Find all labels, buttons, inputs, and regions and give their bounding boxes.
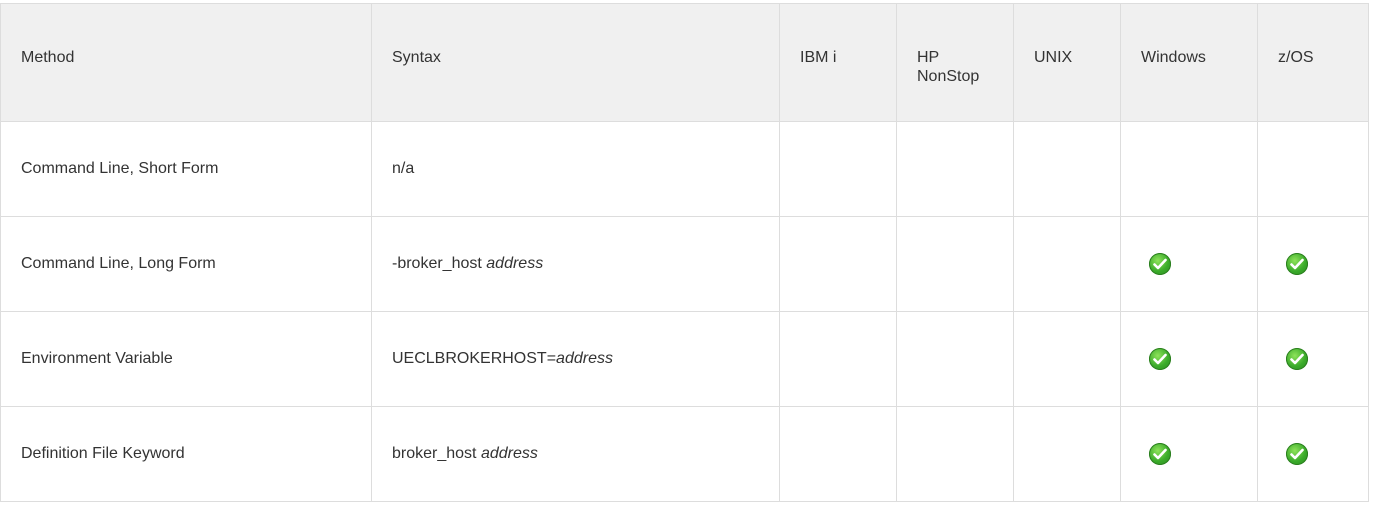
table-row: Definition File Keyword broker_host addr… xyxy=(0,406,1369,502)
hp-nonstop-cell xyxy=(896,406,1014,502)
check-circle-icon xyxy=(1149,348,1171,370)
platform-support-table: Method Syntax IBM i HP NonStop UNIX Windo… xyxy=(0,3,1369,502)
header-hp-nonstop: HP NonStop xyxy=(896,3,1014,122)
header-hp-line1: HP xyxy=(917,49,940,66)
syntax-cell: UECLBROKERHOST=address xyxy=(371,311,780,407)
windows-cell xyxy=(1120,216,1258,312)
method-cell: Definition File Keyword xyxy=(0,406,372,502)
unix-cell xyxy=(1013,121,1121,217)
table-row: Command Line, Short Form n/a xyxy=(0,121,1369,217)
windows-cell xyxy=(1120,406,1258,502)
zos-cell xyxy=(1257,311,1369,407)
hp-nonstop-cell xyxy=(896,121,1014,217)
check-circle-icon xyxy=(1149,253,1171,275)
header-hp-line2: NonStop xyxy=(917,68,980,85)
zos-cell xyxy=(1257,216,1369,312)
syntax-text: n/a xyxy=(392,160,415,177)
method-cell: Command Line, Long Form xyxy=(0,216,372,312)
syntax-arg: address xyxy=(486,255,544,272)
table-row: Environment Variable UECLBROKERHOST=addr… xyxy=(0,311,1369,407)
method-cell: Environment Variable xyxy=(0,311,372,407)
header-windows: Windows xyxy=(1120,3,1258,122)
syntax-text: broker_host xyxy=(392,445,481,462)
hp-nonstop-cell xyxy=(896,216,1014,312)
header-zos: z/OS xyxy=(1257,3,1369,122)
windows-cell xyxy=(1120,121,1258,217)
method-cell: Command Line, Short Form xyxy=(0,121,372,217)
ibmi-cell xyxy=(779,311,897,407)
syntax-cell: n/a xyxy=(371,121,780,217)
table-row: Command Line, Long Form -broker_host add… xyxy=(0,216,1369,312)
syntax-arg: address xyxy=(556,350,613,367)
syntax-arg: address xyxy=(480,445,538,462)
zos-cell xyxy=(1257,121,1369,217)
zos-cell xyxy=(1257,406,1369,502)
header-syntax: Syntax xyxy=(371,3,780,122)
ibmi-cell xyxy=(779,121,897,217)
header-row: Method Syntax IBM i HP NonStop UNIX Windo… xyxy=(0,3,1369,122)
syntax-text: UECLBROKERHOST= xyxy=(392,350,557,367)
windows-cell xyxy=(1120,311,1258,407)
syntax-text: -broker_host xyxy=(392,255,487,272)
check-circle-icon xyxy=(1149,443,1171,465)
syntax-cell: -broker_host address xyxy=(371,216,780,312)
header-unix: UNIX xyxy=(1013,3,1121,122)
ibmi-cell xyxy=(779,406,897,502)
hp-nonstop-cell xyxy=(896,311,1014,407)
unix-cell xyxy=(1013,216,1121,312)
unix-cell xyxy=(1013,406,1121,502)
check-circle-icon xyxy=(1286,253,1308,275)
check-circle-icon xyxy=(1286,443,1308,465)
check-circle-icon xyxy=(1286,348,1308,370)
ibmi-cell xyxy=(779,216,897,312)
header-ibmi: IBM i xyxy=(779,3,897,122)
unix-cell xyxy=(1013,311,1121,407)
syntax-cell: broker_host address xyxy=(371,406,780,502)
header-method: Method xyxy=(0,3,372,122)
